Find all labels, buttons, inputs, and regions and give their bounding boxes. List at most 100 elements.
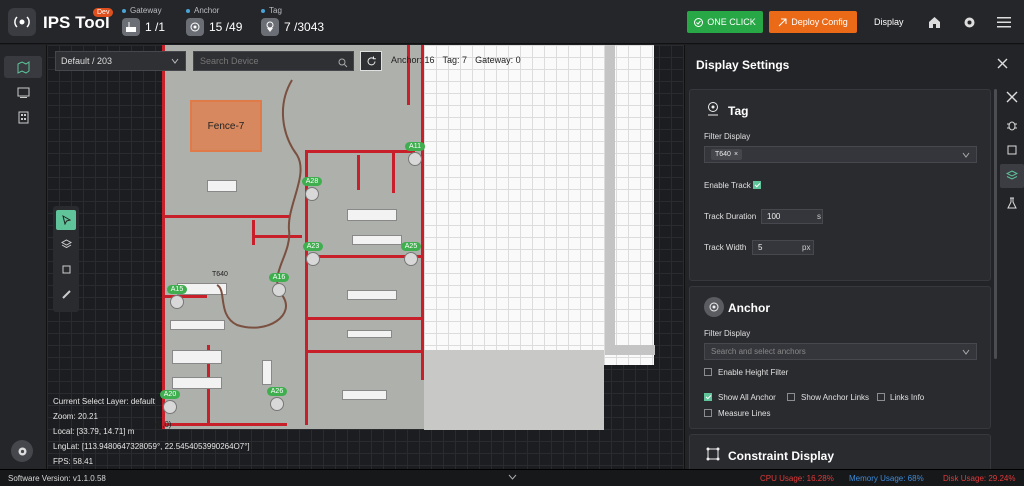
tag-count-text: Tag: 7 — [442, 55, 468, 65]
links-info-checkbox[interactable] — [877, 393, 885, 401]
panel-scrollbar[interactable] — [994, 89, 997, 359]
deploy-icon — [778, 18, 787, 26]
chevron-down-icon — [171, 58, 179, 64]
tag-label[interactable]: T640 — [212, 271, 228, 278]
ruler-icon[interactable] — [56, 284, 76, 304]
chevron-down-icon — [962, 349, 970, 355]
status-bar: Software Version: v1.1.0.58 CPU Usage: 1… — [0, 469, 1024, 486]
enable-track-checkbox[interactable] — [753, 181, 761, 189]
zoom-text: Zoom: 20.21 — [53, 412, 98, 421]
check-circle-icon — [694, 17, 704, 27]
anchor-marker[interactable]: A25 — [401, 242, 421, 266]
anchor-marker[interactable]: A16 — [269, 273, 289, 297]
layers-icon[interactable] — [56, 234, 76, 254]
tag-track — [216, 79, 302, 329]
menu-icon[interactable] — [996, 14, 1012, 30]
memory-usage: Memory Usage: 68% — [849, 474, 924, 483]
gateway-count-text: Gateway: 0 — [475, 55, 521, 65]
anchor-count: 15 /49 — [209, 20, 243, 34]
tag-filter-select[interactable]: T640 × — [704, 146, 977, 163]
track-duration-unit: s — [817, 212, 821, 221]
building-nav-icon[interactable] — [4, 106, 42, 128]
panel-content[interactable]: Tag Filter Display T640 × Enable Track Tr… — [689, 89, 995, 469]
tag-icon — [261, 18, 279, 36]
show-all-anchor-checkbox[interactable] — [704, 393, 712, 401]
select-pointer-icon[interactable] — [56, 210, 76, 230]
one-click-label: ONE CLICK — [707, 17, 756, 27]
show-anchor-links-label: Show Anchor Links — [801, 393, 870, 402]
anchor-signal-icon — [272, 283, 286, 297]
display-menu[interactable]: Display — [874, 17, 904, 27]
tag-chip[interactable]: T640 × — [711, 149, 743, 160]
one-click-button[interactable]: ONE CLICK — [687, 11, 763, 33]
map-info-overlay: Current Select Layer: default Zoom: 20.2… — [53, 394, 250, 469]
tag-stat: Tag 7 /3043 — [261, 6, 324, 40]
anchor-icon — [186, 18, 204, 36]
home-icon[interactable] — [926, 14, 942, 30]
map-canvas[interactable]: Fence-7 T640 (0,0) A11 A28 A23 A25 A16 A… — [47, 45, 684, 469]
anchor-signal-icon — [408, 152, 422, 166]
gateway-count: 1 /1 — [145, 20, 166, 34]
anchor-signal-icon — [306, 252, 320, 266]
flask-icon[interactable] — [1000, 191, 1024, 215]
lower-floor-area — [424, 350, 604, 430]
layer-select[interactable]: Default / 203 — [55, 51, 186, 71]
show-anchor-links-checkbox[interactable] — [787, 393, 795, 401]
panel-title: Display Settings — [696, 58, 790, 72]
anchor-signal-icon — [305, 187, 319, 201]
anchor-marker[interactable]: A28 — [302, 177, 322, 201]
measure-lines-label: Measure Lines — [718, 409, 771, 418]
anchor-marker[interactable]: A26 — [267, 387, 287, 411]
gateway-icon — [122, 18, 140, 36]
constraint-card-title: Constraint Display — [728, 449, 835, 463]
location-pin-icon — [704, 100, 722, 118]
app-logo-icon — [8, 8, 36, 36]
left-nav — [0, 45, 47, 469]
map-toolbar — [53, 206, 79, 312]
lnglat-text: LngLat: [113.9480647328059°, 22.54540539… — [53, 442, 250, 451]
deploy-config-label: Deploy Config — [791, 17, 848, 27]
frame-select-icon[interactable] — [1000, 138, 1024, 162]
anchor-marker[interactable]: A15 — [167, 285, 187, 309]
settings-nav-icon[interactable] — [11, 440, 33, 462]
anchor-marker[interactable]: A23 — [303, 242, 323, 266]
top-bar: IPS Tool Dev Gateway 1 /1 Anchor 15 /49 … — [0, 0, 1024, 44]
local-coords-text: Local: [33.79, 14.71] m — [53, 427, 135, 436]
search-icon[interactable] — [338, 55, 348, 73]
search-device-input[interactable] — [193, 51, 354, 71]
gateway-stat: Gateway 1 /1 — [122, 6, 165, 40]
close-icon[interactable] — [995, 56, 1009, 70]
height-filter-label: Enable Height Filter — [718, 368, 789, 377]
chevron-down-icon[interactable] — [508, 473, 517, 482]
device-counts: Anchor: 16 Tag: 7 Gateway: 0 — [391, 55, 521, 65]
anchor-count-text: Anchor: 16 — [391, 55, 435, 65]
anchor-filter-select[interactable]: Search and select anchors — [704, 343, 977, 360]
map-nav-icon[interactable] — [4, 56, 42, 78]
track-width-label: Track Width — [704, 243, 747, 252]
grid-frame — [605, 45, 655, 355]
measure-lines-checkbox[interactable] — [704, 409, 712, 417]
track-duration-input[interactable]: 100 — [761, 209, 823, 224]
track-width-unit: px — [802, 243, 811, 252]
chip-close-icon: × — [733, 151, 739, 158]
height-filter-checkbox[interactable] — [704, 368, 712, 376]
anchor-label: Anchor — [194, 6, 220, 15]
deploy-config-button[interactable]: Deploy Config — [769, 11, 857, 33]
bug-icon[interactable] — [1000, 113, 1024, 137]
layers-icon[interactable] — [1000, 164, 1024, 188]
tag-label: Tag — [269, 6, 282, 15]
display-settings-panel: Display Settings Tag Filter Display T640… — [684, 45, 1024, 469]
tag-count: 7 /3043 — [284, 20, 325, 34]
gateway-label: Gateway — [130, 6, 162, 15]
frame-icon[interactable] — [56, 259, 76, 279]
anchor-filter-label: Filter Display — [704, 329, 751, 338]
anchor-settings-card: Anchor Filter Display Search and select … — [689, 286, 991, 429]
tools-icon[interactable] — [1000, 85, 1024, 109]
gear-icon[interactable] — [961, 14, 977, 30]
refresh-button[interactable] — [360, 51, 382, 71]
software-version: Software Version: v1.1.0.58 — [8, 474, 106, 483]
track-duration-label: Track Duration — [704, 212, 757, 221]
disk-usage: Disk Usage: 29.24% — [943, 474, 1016, 483]
device-nav-icon[interactable] — [4, 81, 42, 103]
anchor-marker[interactable]: A11 — [405, 142, 425, 166]
